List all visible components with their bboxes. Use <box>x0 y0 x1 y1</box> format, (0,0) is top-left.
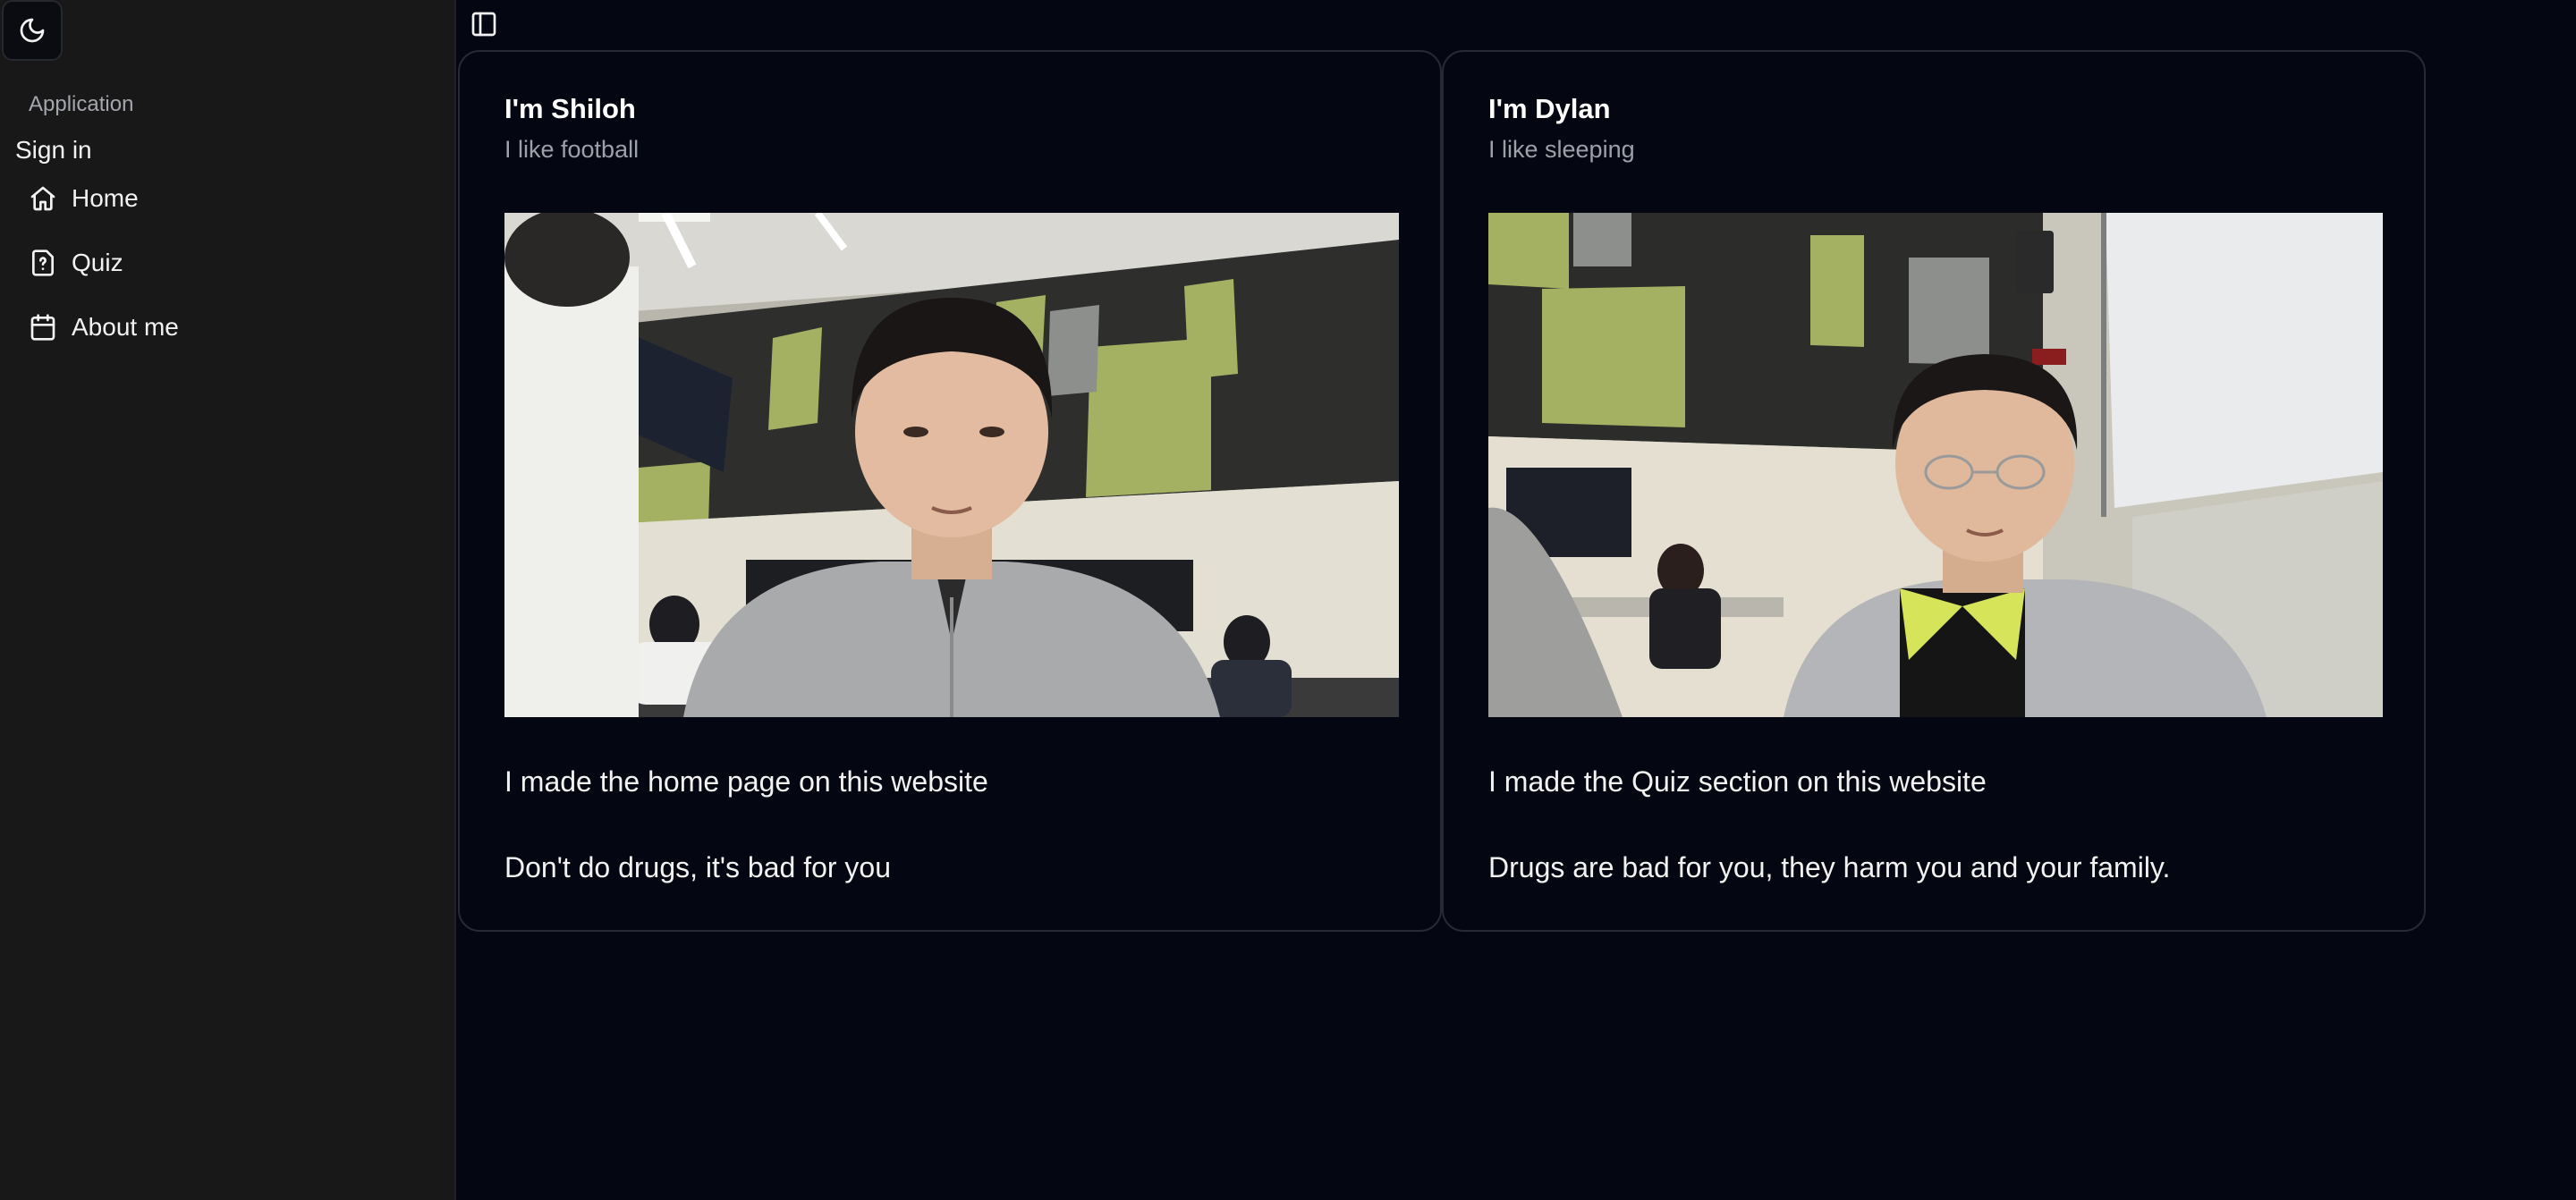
profile-photo <box>1488 213 2383 717</box>
card-title: I'm Dylan <box>1488 93 1611 124</box>
card-text-message: Drugs are bad for you, they harm you and… <box>1488 851 2171 883</box>
sign-in-link[interactable]: Sign in <box>15 136 92 165</box>
moon-icon <box>20 18 45 43</box>
sidebar-nav: Home Quiz About me <box>13 166 433 359</box>
card-subtitle: I like football <box>504 136 640 163</box>
sidebar-toggle-button[interactable] <box>469 9 499 39</box>
sidebar-item-home[interactable]: Home <box>13 166 433 231</box>
profile-photo <box>504 213 1399 717</box>
card-text-contribution: I made the home page on this website <box>504 765 988 798</box>
card-subtitle: I like sleeping <box>1488 136 1635 163</box>
profile-card-shiloh: I'm Shiloh I like football I made the ho… <box>458 50 1442 932</box>
panel-left-icon <box>471 12 496 37</box>
theme-toggle-button[interactable] <box>2 0 63 61</box>
profile-card-dylan: I'm Dylan I like sleeping I made the Qui… <box>1442 50 2426 932</box>
calendar-icon <box>30 314 55 341</box>
sidebar: Application Sign in Home Quiz About me <box>0 0 456 1200</box>
file-question-icon <box>32 249 54 276</box>
sidebar-item-quiz[interactable]: Quiz <box>13 231 433 295</box>
sidebar-item-label: Home <box>72 184 139 212</box>
sidebar-item-label: Quiz <box>72 249 123 276</box>
card-text-message: Don't do drugs, it's bad for you <box>504 851 892 883</box>
sidebar-item-about-me[interactable]: About me <box>13 295 433 359</box>
sidebar-item-label: About me <box>72 313 179 341</box>
card-text-contribution: I made the Quiz section on this website <box>1488 765 1987 798</box>
home-icon <box>30 186 55 211</box>
card-title: I'm Shiloh <box>504 93 636 124</box>
sidebar-group-label: Application <box>29 92 134 116</box>
